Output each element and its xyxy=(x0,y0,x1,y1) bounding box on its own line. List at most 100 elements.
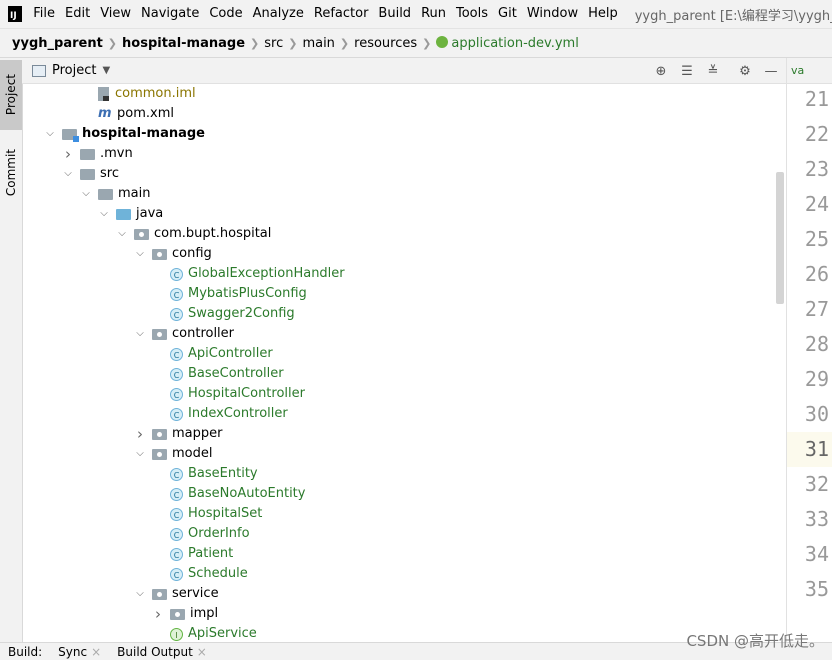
tree-item[interactable]: ›mpom.xml xyxy=(80,104,174,124)
tree-item-label: Schedule xyxy=(188,566,248,581)
line-number: 25 xyxy=(804,227,829,251)
tree-item[interactable]: ›common.iml xyxy=(80,84,196,104)
close-icon[interactable]: × xyxy=(197,645,207,659)
scrollbar-thumb[interactable] xyxy=(776,172,784,304)
tree-item[interactable]: ⌵ model xyxy=(134,444,212,464)
breadcrumb-item[interactable]: main xyxy=(298,36,338,51)
java-class-icon: C xyxy=(170,407,183,421)
tree-item[interactable]: ⌵ main xyxy=(80,184,150,204)
expand-all-icon[interactable]: ☰ xyxy=(678,62,696,80)
tree-item[interactable]: ⌵ com.bupt.hospital xyxy=(116,224,271,244)
close-icon[interactable]: × xyxy=(91,645,101,659)
chevron-right-icon[interactable]: › xyxy=(62,144,74,164)
left-tool-strip: Project Commit xyxy=(0,58,23,642)
folder-icon xyxy=(98,188,113,200)
chevron-down-icon[interactable]: ▼ xyxy=(102,65,110,76)
chevron-down-icon[interactable]: ⌵ xyxy=(98,204,110,224)
gear-icon[interactable]: ⚙ xyxy=(736,62,754,80)
tree-item[interactable]: ›COrderInfo xyxy=(152,524,250,544)
tree-item[interactable]: ›CBaseController xyxy=(152,364,284,384)
tool-tab-commit[interactable]: Commit xyxy=(0,138,22,208)
line-number: 34 xyxy=(804,542,829,566)
breadcrumb-item[interactable]: src xyxy=(260,36,287,51)
line-number: 32 xyxy=(804,472,829,496)
breadcrumb-separator-icon: ❯ xyxy=(422,36,432,50)
tree-item[interactable]: ›CMybatisPlusConfig xyxy=(152,284,307,304)
tree-item-label: BaseNoAutoEntity xyxy=(188,486,306,501)
tree-item[interactable]: ›CSchedule xyxy=(152,564,248,584)
project-panel-title[interactable]: Project xyxy=(52,63,96,78)
menu-build[interactable]: Build xyxy=(373,0,416,28)
tree-item[interactable]: ›IApiService xyxy=(152,624,257,642)
menu-window[interactable]: Window xyxy=(522,0,583,28)
menu-tools[interactable]: Tools xyxy=(451,0,493,28)
tree-item-label: controller xyxy=(172,326,235,341)
tree-item[interactable]: ›CBaseEntity xyxy=(152,464,258,484)
chevron-down-icon[interactable]: ⌵ xyxy=(80,184,92,204)
menu-git[interactable]: Git xyxy=(493,0,522,28)
line-number: 29 xyxy=(804,367,829,391)
java-class-icon: C xyxy=(170,267,183,281)
chevron-down-icon[interactable]: ⌵ xyxy=(134,244,146,264)
editor-tab-fragment[interactable]: va xyxy=(787,58,832,84)
tree-item[interactable]: ›CHospitalSet xyxy=(152,504,262,524)
tree-item[interactable]: ›CBaseNoAutoEntity xyxy=(152,484,305,504)
tree-item[interactable]: › .mvn xyxy=(62,144,133,164)
menu-edit[interactable]: Edit xyxy=(60,0,95,28)
menu-file[interactable]: File xyxy=(28,0,60,28)
tree-item[interactable]: ›CSwagger2Config xyxy=(152,304,295,324)
chevron-down-icon[interactable]: ⌵ xyxy=(134,584,146,604)
yaml-file-icon xyxy=(436,35,449,48)
tree-item[interactable]: ⌵ src xyxy=(62,164,119,184)
bottom-tab[interactable]: Build Output × xyxy=(109,645,215,659)
collapse-all-icon[interactable]: ≚ xyxy=(704,62,722,80)
tree-item[interactable]: ›CPatient xyxy=(152,544,233,564)
chevron-right-icon[interactable]: › xyxy=(134,424,146,444)
java-class-icon: C xyxy=(170,367,183,381)
tree-item[interactable]: ⌵ controller xyxy=(134,324,234,344)
menu-analyze[interactable]: Analyze xyxy=(248,0,309,28)
chevron-right-icon[interactable]: › xyxy=(152,604,164,624)
line-number: 31 xyxy=(787,432,832,467)
breadcrumb-item[interactable]: yygh_parent xyxy=(8,36,107,51)
tree-item[interactable]: ⌵ config xyxy=(134,244,212,264)
breadcrumb-item[interactable]: hospital-manage xyxy=(118,36,249,51)
line-number: 21 xyxy=(804,87,829,111)
tree-item[interactable]: ⌵ java xyxy=(98,204,163,224)
tree-item[interactable]: ›CIndexController xyxy=(152,404,288,424)
chevron-down-icon[interactable]: ⌵ xyxy=(44,124,56,144)
package-folder-icon xyxy=(152,328,167,340)
tree-item[interactable]: ›CApiController xyxy=(152,344,273,364)
tree-item[interactable]: › impl xyxy=(152,604,218,624)
chevron-down-icon[interactable]: ⌵ xyxy=(62,164,74,184)
java-interface-icon: I xyxy=(170,627,183,641)
bottom-tab[interactable]: Sync × xyxy=(50,645,109,659)
chevron-down-icon[interactable]: ⌵ xyxy=(134,444,146,464)
java-class-icon: C xyxy=(170,547,183,561)
java-class-icon: C xyxy=(170,507,183,521)
menu-run[interactable]: Run xyxy=(416,0,451,28)
breadcrumb-separator-icon: ❯ xyxy=(107,36,118,50)
chevron-down-icon[interactable]: ⌵ xyxy=(134,324,146,344)
menu-navigate[interactable]: Navigate xyxy=(136,0,204,28)
tool-tab-project[interactable]: Project xyxy=(0,60,22,130)
locate-target-icon[interactable]: ⊕ xyxy=(652,62,670,80)
package-folder-icon xyxy=(152,448,167,460)
menu-view[interactable]: View xyxy=(95,0,136,28)
java-class-icon: C xyxy=(170,287,183,301)
tree-item[interactable]: ⌵ service xyxy=(134,584,218,604)
java-class-icon: C xyxy=(170,467,183,481)
tree-item-label: Swagger2Config xyxy=(188,306,295,321)
menu-code[interactable]: Code xyxy=(204,0,247,28)
menu-help[interactable]: Help xyxy=(583,0,623,28)
breadcrumb-item[interactable]: application-dev.yml xyxy=(432,35,582,51)
chevron-down-icon[interactable]: ⌵ xyxy=(116,224,128,244)
tree-item[interactable]: ›CHospitalController xyxy=(152,384,305,404)
tree-item[interactable]: ›CGlobalExceptionHandler xyxy=(152,264,345,284)
menu-refactor[interactable]: Refactor xyxy=(309,0,374,28)
breadcrumb-item[interactable]: resources xyxy=(350,36,421,51)
minimize-icon[interactable]: — xyxy=(762,62,780,80)
package-folder-icon xyxy=(170,608,185,620)
tree-item[interactable]: ⌵ hospital-manage xyxy=(44,124,205,144)
tree-item[interactable]: › mapper xyxy=(134,424,222,444)
